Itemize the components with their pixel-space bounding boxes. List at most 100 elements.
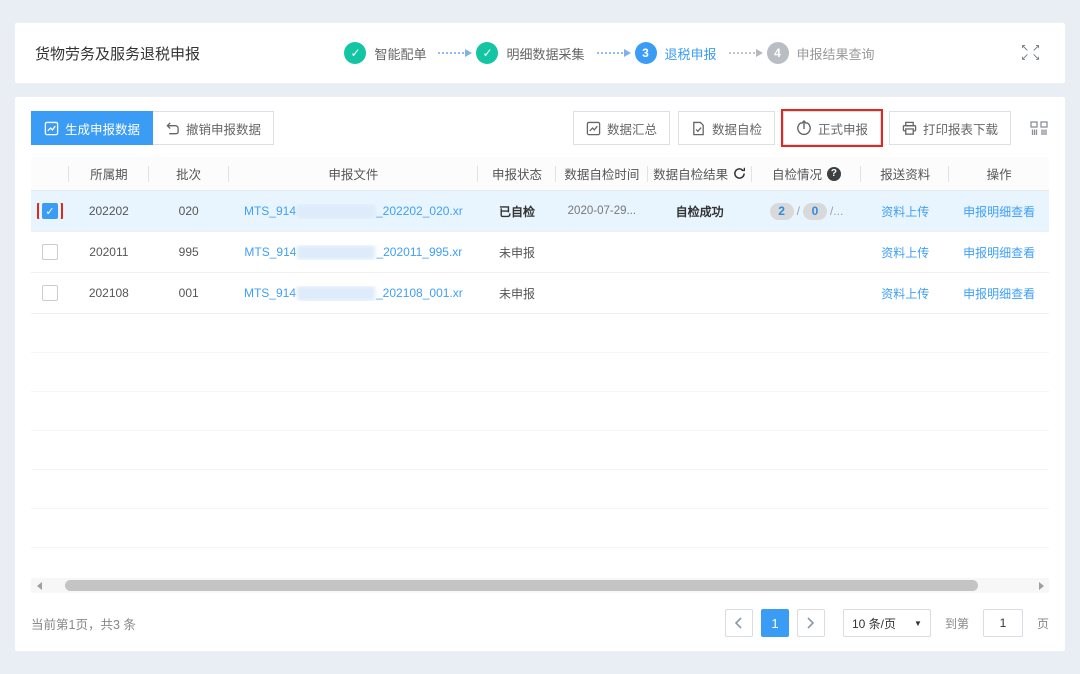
step-arrow-icon	[729, 52, 755, 54]
redacted-blur	[297, 204, 375, 219]
step-label: 退税申报	[665, 44, 717, 63]
scroll-left-icon[interactable]	[31, 578, 47, 593]
printer-icon	[902, 121, 917, 136]
page-title: 货物劳务及服务退税申报	[35, 43, 200, 64]
column-header-file: 申报文件	[229, 157, 479, 190]
period-cell: 202108	[69, 286, 149, 300]
column-header-situation: 自检情况 ?	[752, 157, 862, 190]
upload-material-link[interactable]: 资料上传	[881, 285, 929, 302]
column-header-period: 所属期	[69, 157, 149, 190]
column-header-status: 申报状态	[478, 157, 556, 190]
table-row: 202108 001 MTS_914 _202108_001.xr 未申报 资料…	[31, 273, 1049, 314]
refresh-icon[interactable]	[733, 167, 746, 180]
step-label: 明细数据采集	[506, 44, 584, 63]
table-row-empty	[31, 353, 1049, 392]
declare-file-link[interactable]: MTS_914 _202011_995.xr	[244, 245, 462, 260]
table-row-empty	[31, 470, 1049, 509]
help-icon[interactable]: ?	[827, 167, 841, 181]
table-row: 202011 995 MTS_914 _202011_995.xr 未申报 资料…	[31, 232, 1049, 273]
check-result-cell: 自检成功	[648, 203, 752, 220]
dropdown-caret-icon: ▼	[914, 619, 922, 628]
print-report-download-button[interactable]: 打印报表下载	[889, 111, 1011, 145]
scrollbar-thumb[interactable]	[65, 580, 978, 591]
page-size-select[interactable]: 10 条/页 ▼	[843, 609, 931, 637]
step-detail-collection: ✓ 明细数据采集	[476, 42, 584, 64]
row-checkbox[interactable]	[42, 244, 58, 260]
batch-cell: 995	[149, 245, 229, 259]
prev-page-button[interactable]	[725, 609, 753, 637]
step-arrow-icon	[438, 52, 464, 54]
goto-page-input[interactable]	[983, 609, 1023, 637]
scrollbar-track[interactable]	[47, 579, 1033, 592]
step-number-icon: 3	[635, 42, 657, 64]
step-wizard: ✓ 智能配单 ✓ 明细数据采集 3 退税申报 4 申报结果查询	[200, 42, 1019, 64]
table-row-empty	[31, 509, 1049, 548]
status-cell: 未申报	[478, 244, 556, 261]
step-label: 智能配单	[374, 44, 426, 63]
row-checkbox[interactable]	[42, 285, 58, 301]
step-result-query: 4 申报结果查询	[767, 42, 875, 64]
goto-page-label: 到第	[945, 615, 969, 632]
document-check-icon	[691, 121, 706, 136]
step-arrow-icon	[597, 52, 623, 54]
table-row-empty	[31, 431, 1049, 470]
table-row-empty	[31, 314, 1049, 353]
view-detail-link[interactable]: 申报明细查看	[963, 285, 1035, 302]
chart-icon	[44, 121, 59, 136]
generate-declare-data-button[interactable]: 生成申报数据	[31, 111, 153, 145]
batch-cell: 001	[149, 286, 229, 300]
view-detail-link[interactable]: 申报明细查看	[963, 244, 1035, 261]
header-checkbox-cell	[31, 157, 69, 190]
row-checkbox[interactable]: ✓	[42, 203, 58, 219]
main-card: 生成申报数据 撤销申报数据 数据汇总	[14, 96, 1066, 652]
batch-cell: 020	[149, 204, 229, 218]
period-cell: 202011	[69, 245, 149, 259]
formal-declare-button[interactable]: 正式申报	[783, 111, 881, 145]
upload-icon	[796, 120, 812, 136]
situation-cell: 2 / 0 /...	[770, 203, 844, 220]
check-circle-icon: ✓	[344, 42, 366, 64]
page-summary: 当前第1页，共3 条	[31, 614, 136, 633]
check-time-cell: 2020-07-29...	[556, 205, 648, 217]
table-row-empty	[31, 392, 1049, 431]
toolbar: 生成申报数据 撤销申报数据 数据汇总	[31, 111, 1049, 145]
column-settings-icon[interactable]	[1029, 120, 1049, 137]
scroll-right-icon[interactable]	[1033, 578, 1049, 593]
view-detail-link[interactable]: 申报明细查看	[963, 203, 1035, 220]
redacted-blur	[297, 286, 375, 301]
upload-material-link[interactable]: 资料上传	[881, 203, 929, 220]
page-number-button[interactable]: 1	[761, 609, 789, 637]
declare-file-link[interactable]: MTS_914 _202108_001.xr	[244, 286, 463, 301]
declare-file-link[interactable]: MTS_914 _202202_020.xr	[244, 204, 463, 219]
declaration-table: 所属期 批次 申报文件 申报状态 数据自检时间 数据自检结果 自检情况 ? 报送…	[31, 157, 1049, 548]
revoke-declare-data-button[interactable]: 撤销申报数据	[153, 111, 274, 145]
success-count-badge[interactable]: 2	[770, 203, 794, 220]
header-card: 货物劳务及服务退税申报 ✓ 智能配单 ✓ 明细数据采集 3 退税申报 4 申报结…	[14, 22, 1066, 84]
column-header-upload: 报送资料	[861, 157, 949, 190]
next-page-button[interactable]	[797, 609, 825, 637]
column-header-batch: 批次	[149, 157, 229, 190]
check-circle-icon: ✓	[476, 42, 498, 64]
pagination-bar: 当前第1页，共3 条 1 10 条/页 ▼ 到第 页	[31, 593, 1049, 639]
step-tax-refund-declare: 3 退税申报	[635, 42, 717, 64]
column-header-check-time: 数据自检时间	[556, 157, 648, 190]
status-cell: 未申报	[478, 285, 556, 302]
upload-material-link[interactable]: 资料上传	[881, 244, 929, 261]
step-number-icon: 4	[767, 42, 789, 64]
step-smart-matching: ✓ 智能配单	[344, 42, 426, 64]
step-label: 申报结果查询	[797, 44, 875, 63]
redacted-blur	[297, 245, 375, 260]
table-header-row: 所属期 批次 申报文件 申报状态 数据自检时间 数据自检结果 自检情况 ? 报送…	[31, 157, 1049, 191]
table-row: ✓ 202202 020 MTS_914 _202202_020.xr 已自检 …	[31, 191, 1049, 232]
undo-icon	[165, 121, 180, 136]
data-selfcheck-button[interactable]: 数据自检	[678, 111, 775, 145]
column-header-operation: 操作	[949, 157, 1049, 190]
fullscreen-icon[interactable]: ↖↗ ↙↘	[1019, 44, 1045, 62]
period-cell: 202202	[69, 204, 149, 218]
fail-count-badge[interactable]: 0	[803, 203, 827, 220]
data-summary-button[interactable]: 数据汇总	[573, 111, 670, 145]
horizontal-scrollbar	[31, 578, 1049, 593]
chart-icon	[586, 121, 601, 136]
column-header-check-result: 数据自检结果	[648, 157, 752, 190]
page-unit-label: 页	[1037, 615, 1049, 632]
